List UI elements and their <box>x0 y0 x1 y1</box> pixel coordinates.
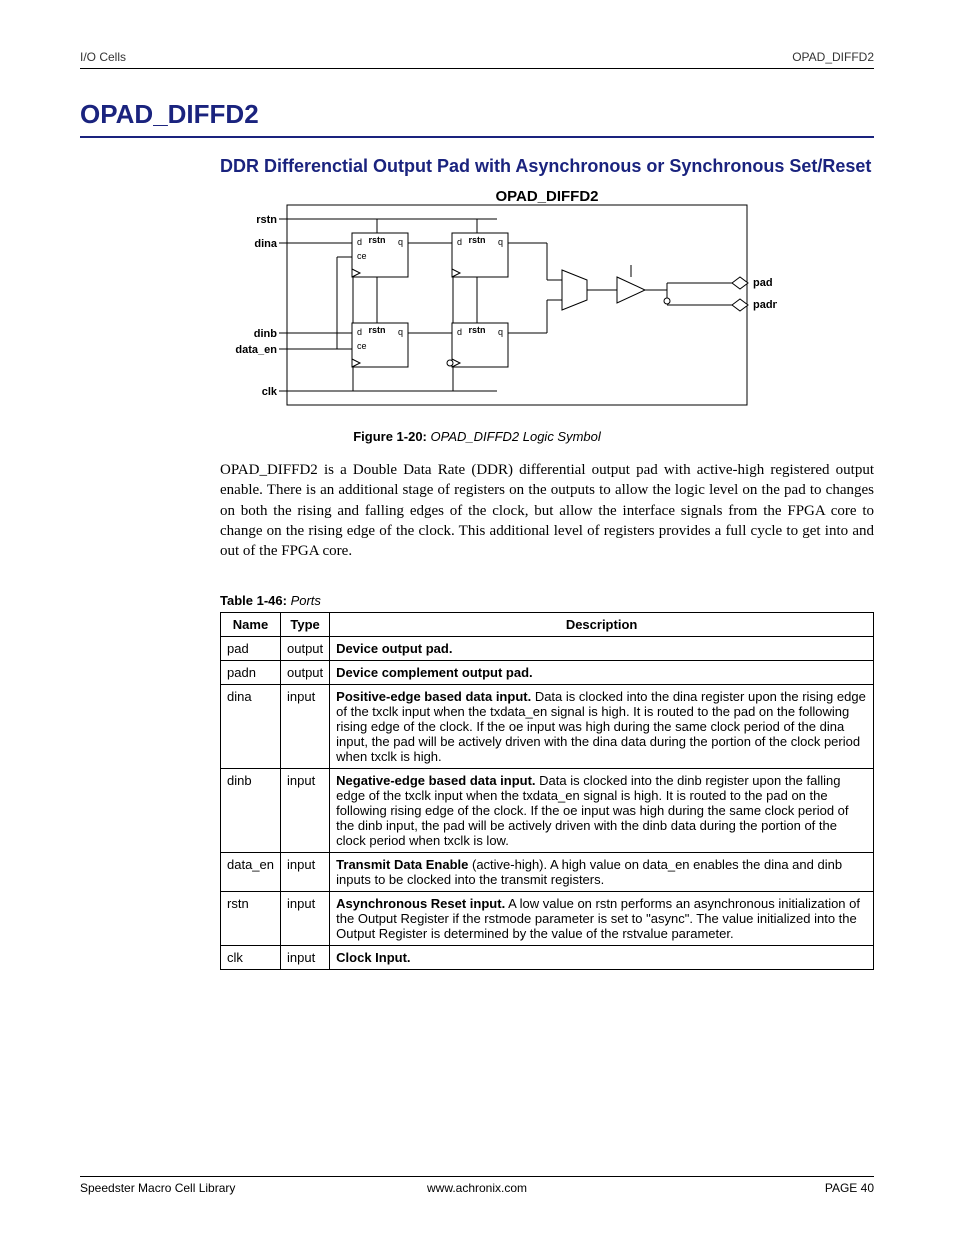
cell-desc: Device complement output pad. <box>330 661 874 685</box>
table-row: data_eninputTransmit Data Enable (active… <box>221 853 874 892</box>
cell-name: clk <box>221 946 281 970</box>
table-row: clkinputClock Input. <box>221 946 874 970</box>
header-right: OPAD_DIFFD2 <box>792 50 874 64</box>
port-padn: padn <box>753 299 777 311</box>
cell-name: dina <box>221 685 281 769</box>
cell-type: input <box>281 892 330 946</box>
figure-caption-text: OPAD_DIFFD2 Logic Symbol <box>431 429 601 444</box>
col-name: Name <box>221 613 281 637</box>
cell-desc: Asynchronous Reset input. A low value on… <box>330 892 874 946</box>
port-dinb: dinb <box>254 328 277 340</box>
padn-diamond-icon <box>732 299 748 311</box>
table-row: dinbinputNegative-edge based data input.… <box>221 769 874 853</box>
table-caption: Table 1-46: Ports <box>80 593 874 608</box>
cell-type: input <box>281 769 330 853</box>
svg-text:q: q <box>498 327 503 337</box>
svg-text:d: d <box>357 237 362 247</box>
cell-desc: Negative-edge based data input. Data is … <box>330 769 874 853</box>
cell-desc: Device output pad. <box>330 637 874 661</box>
svg-text:rstn: rstn <box>468 235 485 245</box>
cell-desc: Positive-edge based data input. Data is … <box>330 685 874 769</box>
ports-table: Name Type Description padoutputDevice ou… <box>220 612 874 970</box>
buffer-icon <box>617 277 645 303</box>
cell-type: input <box>281 685 330 769</box>
svg-text:ce: ce <box>357 341 367 351</box>
footer-right: PAGE 40 <box>825 1181 874 1195</box>
diagram-title: OPAD_DIFFD2 <box>495 188 598 205</box>
svg-text:q: q <box>498 237 503 247</box>
page-title: OPAD_DIFFD2 <box>80 99 874 138</box>
svg-text:rstn: rstn <box>368 235 385 245</box>
col-desc: Description <box>330 613 874 637</box>
svg-text:d: d <box>457 237 462 247</box>
port-pad: pad <box>753 277 773 289</box>
table-row: padnoutputDevice complement output pad. <box>221 661 874 685</box>
svg-text:rstn: rstn <box>368 325 385 335</box>
svg-text:q: q <box>398 237 403 247</box>
svg-text:q: q <box>398 327 403 337</box>
cell-desc: Transmit Data Enable (active-high). A hi… <box>330 853 874 892</box>
port-rstn: rstn <box>256 214 277 226</box>
cell-name: dinb <box>221 769 281 853</box>
port-data-en: data_en <box>235 344 277 356</box>
table-row: rstninputAsynchronous Reset input. A low… <box>221 892 874 946</box>
port-dina: dina <box>254 238 277 250</box>
ff-dinb-1: d rstn q ce <box>352 323 408 367</box>
figure-caption-prefix: Figure 1-20: <box>353 429 427 444</box>
svg-text:d: d <box>457 327 462 337</box>
cell-name: pad <box>221 637 281 661</box>
cell-desc: Clock Input. <box>330 946 874 970</box>
cell-name: rstn <box>221 892 281 946</box>
page-footer: Speedster Macro Cell Library www.achroni… <box>80 1176 874 1195</box>
cell-type: input <box>281 853 330 892</box>
page-header: I/O Cells OPAD_DIFFD2 <box>80 50 874 69</box>
cell-type: output <box>281 661 330 685</box>
port-clk: clk <box>262 386 278 398</box>
cell-type: input <box>281 946 330 970</box>
cell-name: data_en <box>221 853 281 892</box>
table-row: padoutputDevice output pad. <box>221 637 874 661</box>
invert-bubble-icon <box>664 298 670 304</box>
table-header-row: Name Type Description <box>221 613 874 637</box>
ff-dina-1: d rstn q ce <box>352 233 408 277</box>
table-caption-prefix: Table 1-46: <box>220 593 287 608</box>
svg-text:rstn: rstn <box>468 325 485 335</box>
ff-dina-2: d rstn q <box>452 233 508 277</box>
body-paragraph: OPAD_DIFFD2 is a Double Data Rate (DDR) … <box>80 460 874 561</box>
header-left: I/O Cells <box>80 50 126 64</box>
figure-caption: Figure 1-20: OPAD_DIFFD2 Logic Symbol <box>80 429 874 444</box>
table-row: dinainputPositive-edge based data input.… <box>221 685 874 769</box>
pad-diamond-icon <box>732 277 748 289</box>
cell-name: padn <box>221 661 281 685</box>
ff-dinb-2: d rstn q <box>447 323 508 367</box>
mux-icon <box>562 270 587 310</box>
logic-diagram: OPAD_DIFFD2 rstn dina dinb data_en clk <box>80 185 874 415</box>
svg-text:d: d <box>357 327 362 337</box>
footer-left: Speedster Macro Cell Library <box>80 1181 235 1195</box>
section-subtitle: DDR Differenctial Output Pad with Asynch… <box>80 156 874 177</box>
cell-type: output <box>281 637 330 661</box>
table-caption-text: Ports <box>291 593 321 608</box>
col-type: Type <box>281 613 330 637</box>
svg-text:ce: ce <box>357 251 367 261</box>
